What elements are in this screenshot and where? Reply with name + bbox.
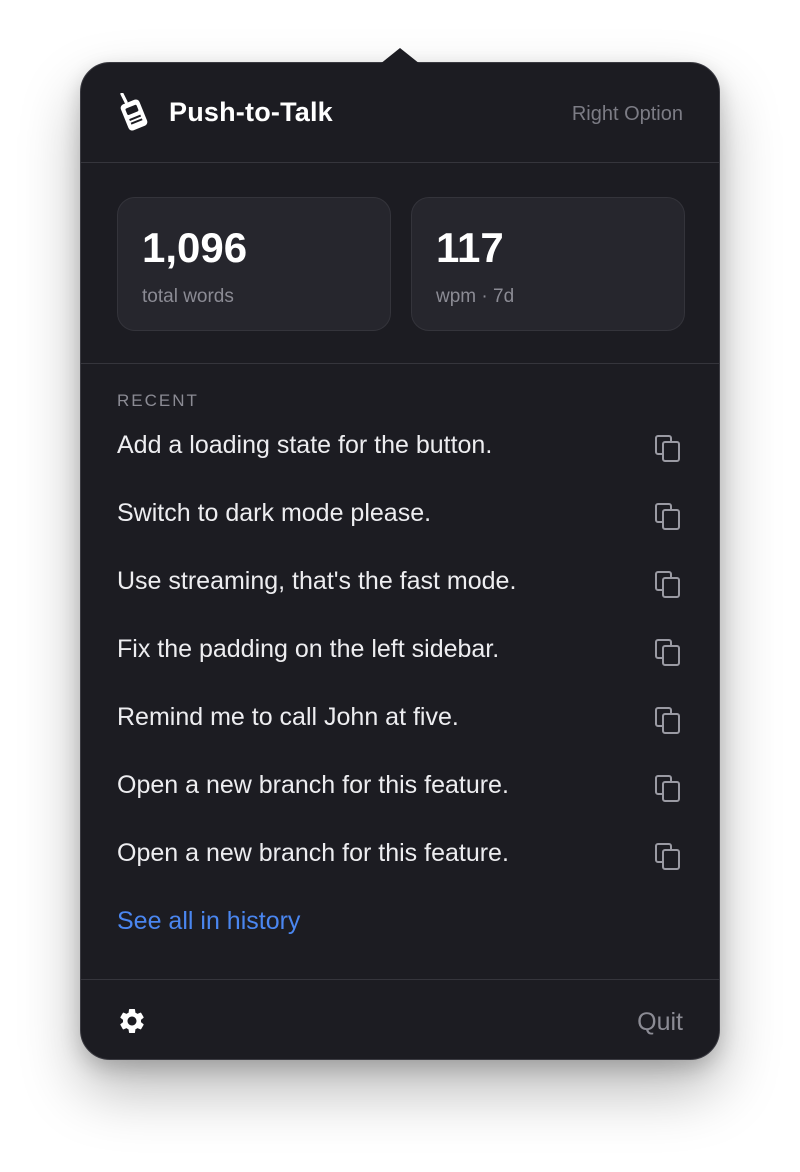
- section-divider: [81, 363, 719, 364]
- stat-label: wpm · 7d: [436, 286, 515, 307]
- recent-item-text: Fix the padding on the left sidebar.: [117, 635, 500, 663]
- stat-label: total words: [142, 286, 234, 307]
- stat-value: 1,096: [142, 224, 248, 271]
- app-title: Push-to-Talk: [169, 97, 333, 127]
- push-to-talk-panel: Push-to-Talk Right Option 1,096 total wo…: [80, 62, 720, 1060]
- recent-item-text: Open a new branch for this feature.: [117, 839, 509, 867]
- copy-icon: [655, 571, 680, 598]
- stat-card-wpm: 117 wpm · 7d: [411, 197, 685, 331]
- stat-card-total-words: 1,096 total words: [117, 197, 391, 331]
- recent-item[interactable]: Open a new branch for this feature.: [81, 821, 719, 889]
- recent-item-text: Switch to dark mode please.: [117, 499, 432, 527]
- panel-footer: Quit: [81, 979, 719, 1059]
- recent-item[interactable]: Add a loading state for the button.: [81, 413, 719, 481]
- quit-button[interactable]: Quit: [637, 1008, 683, 1037]
- menubar-popover: Push-to-Talk Right Option 1,096 total wo…: [0, 0, 800, 1172]
- recent-section-label: RECENT: [117, 391, 199, 410]
- panel-header: Push-to-Talk Right Option: [81, 63, 719, 163]
- copy-button[interactable]: [653, 841, 683, 871]
- copy-icon: [655, 503, 680, 530]
- recent-item-text: Open a new branch for this feature.: [117, 771, 509, 799]
- copy-icon: [655, 435, 680, 462]
- copy-button[interactable]: [653, 433, 683, 463]
- copy-button[interactable]: [653, 569, 683, 599]
- copy-button[interactable]: [653, 773, 683, 803]
- popover-arrow: [380, 48, 420, 64]
- copy-icon: [655, 843, 680, 870]
- copy-button[interactable]: [653, 637, 683, 667]
- copy-icon: [655, 707, 680, 734]
- recent-item[interactable]: Open a new branch for this feature.: [81, 753, 719, 821]
- copy-icon: [655, 639, 680, 666]
- recent-item-text: Use streaming, that's the fast mode.: [117, 567, 517, 595]
- recent-item-text: Remind me to call John at five.: [117, 703, 459, 731]
- recent-item-text: Add a loading state for the button.: [117, 431, 493, 459]
- hotkey-label: Right Option: [571, 103, 683, 125]
- recent-item[interactable]: Switch to dark mode please.: [81, 481, 719, 549]
- recent-item[interactable]: Remind me to call John at five.: [81, 685, 719, 753]
- see-all-history-link[interactable]: See all in history: [117, 907, 300, 936]
- walkie-talkie-icon: [117, 92, 153, 131]
- recent-item[interactable]: Fix the padding on the left sidebar.: [81, 617, 719, 685]
- copy-button[interactable]: [653, 705, 683, 735]
- recent-item[interactable]: Use streaming, that's the fast mode.: [81, 549, 719, 617]
- gear-icon[interactable]: [117, 1006, 147, 1036]
- stat-value: 117: [436, 224, 504, 271]
- copy-icon: [655, 775, 680, 802]
- copy-button[interactable]: [653, 501, 683, 531]
